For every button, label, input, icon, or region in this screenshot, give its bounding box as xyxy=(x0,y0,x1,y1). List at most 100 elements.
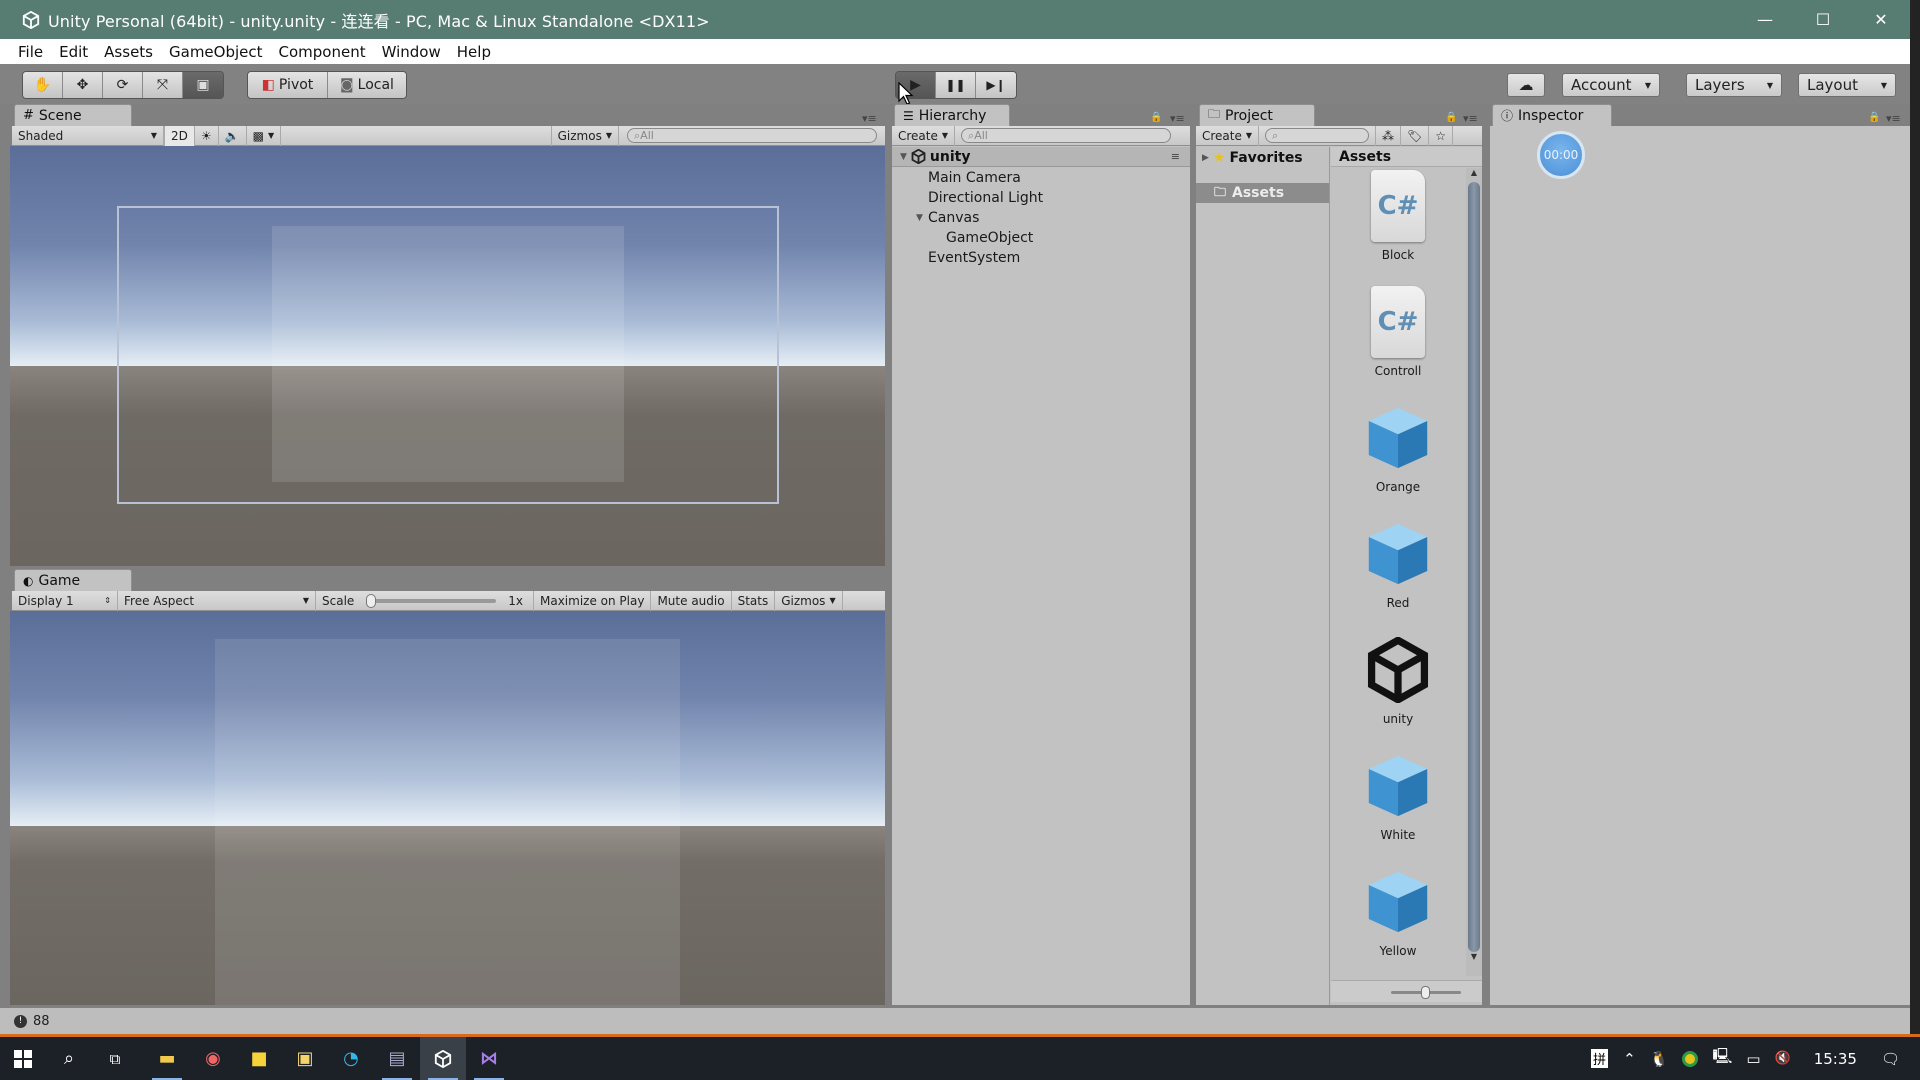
asset-item[interactable]: Red xyxy=(1343,518,1453,610)
show-hidden-icons-button[interactable]: ⌃ xyxy=(1616,1050,1643,1068)
panel-menu-icon[interactable]: ▾≡ xyxy=(1463,112,1478,125)
menu-window[interactable]: Window xyxy=(374,43,449,61)
hierarchy-item[interactable]: Main Camera xyxy=(928,168,1021,188)
panel-menu-icon[interactable]: ▾≡ xyxy=(1170,112,1185,125)
project-create-button[interactable]: Create ▼ xyxy=(1196,125,1260,146)
hierarchy-item[interactable]: GameObject xyxy=(946,228,1033,248)
lock-icon[interactable]: 🔒 xyxy=(1445,112,1457,123)
network-icon[interactable]: 🖳 xyxy=(1705,1046,1739,1071)
task-view-button[interactable]: ⧉ xyxy=(92,1037,138,1080)
icon-size-slider-thumb[interactable] xyxy=(1421,986,1430,999)
scroll-up-icon[interactable]: ▲ xyxy=(1466,168,1482,182)
move-tool-button[interactable]: ✥ xyxy=(63,72,103,98)
menu-gameobject[interactable]: GameObject xyxy=(161,43,271,61)
asset-item[interactable]: unity xyxy=(1343,634,1453,726)
display-dropdown[interactable]: Display 1 ⇕ xyxy=(12,590,118,611)
asset-item[interactable]: Orange xyxy=(1343,402,1453,494)
tab-inspector[interactable]: ⓘ Inspector xyxy=(1492,104,1612,126)
taskbar-file-explorer[interactable]: ▬ xyxy=(144,1037,190,1080)
stats-toggle[interactable]: Stats xyxy=(732,590,776,611)
taskbar-sticky-notes[interactable]: ■ xyxy=(236,1037,282,1080)
asset-item[interactable]: Yellow xyxy=(1343,866,1453,958)
audio-toggle[interactable]: 🔈 xyxy=(219,125,247,146)
panel-menu-icon[interactable]: ≡ xyxy=(1171,150,1180,163)
taskbar-app-4[interactable]: ▣ xyxy=(282,1037,328,1080)
taskbar-visual-studio[interactable]: ⋈ xyxy=(466,1037,512,1080)
scene-gizmos-dropdown[interactable]: Gizmos ▼ xyxy=(550,125,619,146)
rect-tool-button[interactable]: ▣ xyxy=(183,72,223,98)
filter-by-label-button[interactable]: 🏷 xyxy=(1401,125,1430,146)
asset-item[interactable]: C# Block xyxy=(1343,170,1453,262)
2d-toggle[interactable]: 2D xyxy=(164,125,195,146)
action-center-icon[interactable]: 🗨 xyxy=(1873,1050,1920,1068)
menu-assets[interactable]: Assets xyxy=(96,43,161,61)
scale-slider[interactable] xyxy=(366,593,497,608)
project-search-input[interactable]: ⌕ xyxy=(1265,128,1370,143)
clock[interactable]: 15:35 xyxy=(1798,1050,1873,1068)
taskbar-edge[interactable]: ◔ xyxy=(328,1037,374,1080)
step-button[interactable]: ▶❙ xyxy=(976,72,1016,98)
search-button[interactable]: ⌕ xyxy=(46,1037,92,1080)
game-view[interactable] xyxy=(10,611,885,1005)
hand-tool-button[interactable]: ✋ xyxy=(23,72,63,98)
effects-dropdown[interactable]: ▩ ▼ xyxy=(247,125,282,146)
expand-arrow-icon[interactable]: ▼ xyxy=(916,213,923,223)
filter-by-type-button[interactable]: ⁂ xyxy=(1375,125,1402,146)
account-dropdown[interactable]: Account ▼ xyxy=(1562,73,1660,97)
asset-scrollbar[interactable]: ▲ ▼ xyxy=(1466,168,1482,976)
panel-menu-icon[interactable]: ▾≡ xyxy=(862,112,877,125)
battery-icon[interactable]: ▭ xyxy=(1739,1050,1767,1068)
tab-project[interactable]: 🗀 Project xyxy=(1199,104,1315,126)
favorites-row[interactable]: ▶ ★ Favorites xyxy=(1196,147,1329,169)
tab-hierarchy[interactable]: ☰ Hierarchy xyxy=(894,104,1010,126)
aspect-dropdown[interactable]: Free Aspect ▼ xyxy=(118,590,316,611)
volume-muted-icon[interactable]: 🔇 xyxy=(1768,1051,1798,1066)
taskbar-app-6[interactable]: ▤ xyxy=(374,1037,420,1080)
mute-audio-toggle[interactable]: Mute audio xyxy=(651,590,732,611)
start-button[interactable] xyxy=(0,1037,46,1080)
taskbar-unity[interactable] xyxy=(420,1037,466,1080)
expand-arrow-icon[interactable]: ▼ xyxy=(900,152,907,162)
scroll-down-icon[interactable]: ▼ xyxy=(1466,952,1482,966)
menu-help[interactable]: Help xyxy=(449,43,499,61)
asset-item[interactable]: White xyxy=(1343,750,1453,842)
ime-indicator[interactable]: 拼 xyxy=(1591,1049,1609,1068)
panel-menu-icon[interactable]: ▾≡ xyxy=(1886,112,1901,125)
tab-game[interactable]: ◐ Game xyxy=(14,569,132,591)
expand-arrow-icon[interactable]: ▶ xyxy=(1202,153,1209,163)
scale-slider-thumb[interactable] xyxy=(366,593,377,608)
close-button[interactable]: ✕ xyxy=(1852,0,1910,39)
lock-icon[interactable]: 🔒 xyxy=(1150,112,1162,123)
menu-file[interactable]: File xyxy=(0,43,51,61)
scene-search-input[interactable]: ⌕ All xyxy=(627,128,877,143)
favorite-button[interactable]: ☆ xyxy=(1429,125,1454,146)
hierarchy-search-input[interactable]: ⌕ All xyxy=(961,128,1172,143)
layers-dropdown[interactable]: Layers ▼ xyxy=(1686,73,1782,97)
asset-item[interactable]: C# Controll xyxy=(1343,286,1453,378)
hierarchy-item[interactable]: ▼ Canvas xyxy=(916,208,979,228)
minimize-button[interactable]: — xyxy=(1736,0,1794,39)
hierarchy-create-button[interactable]: Create ▼ xyxy=(892,125,956,146)
shading-dropdown[interactable]: Shaded ▼ xyxy=(12,125,164,146)
qq-tray-icon[interactable]: 🐧 xyxy=(1643,1050,1676,1068)
maximize-on-play-toggle[interactable]: Maximize on Play xyxy=(534,590,652,611)
icon-size-slider[interactable] xyxy=(1331,980,1482,1002)
lock-icon[interactable]: 🔒 xyxy=(1868,112,1880,123)
pause-button[interactable]: ❚❚ xyxy=(936,72,976,98)
app-tray-icon[interactable] xyxy=(1675,1050,1705,1067)
tab-scene[interactable]: # Scene xyxy=(14,104,132,126)
scrollbar-thumb[interactable] xyxy=(1468,182,1480,952)
scale-tool-button[interactable]: ⤧ xyxy=(143,72,183,98)
local-button[interactable]: ◙ Local xyxy=(328,72,406,98)
pivot-button[interactable]: ◧ Pivot xyxy=(248,72,328,98)
lighting-toggle[interactable]: ☀ xyxy=(195,125,219,146)
assets-folder-row[interactable]: 🗀 Assets xyxy=(1196,183,1329,203)
cloud-button[interactable]: ☁ xyxy=(1507,73,1545,97)
hierarchy-item[interactable]: Directional Light xyxy=(928,188,1043,208)
console-count[interactable]: 88 xyxy=(33,1014,50,1029)
scene-root-row[interactable]: ▼ unity ≡ xyxy=(892,147,1190,167)
layout-dropdown[interactable]: Layout ▼ xyxy=(1798,73,1896,97)
menu-component[interactable]: Component xyxy=(271,43,374,61)
game-gizmos-dropdown[interactable]: Gizmos ▼ xyxy=(775,590,843,611)
hierarchy-item[interactable]: EventSystem xyxy=(928,248,1020,268)
